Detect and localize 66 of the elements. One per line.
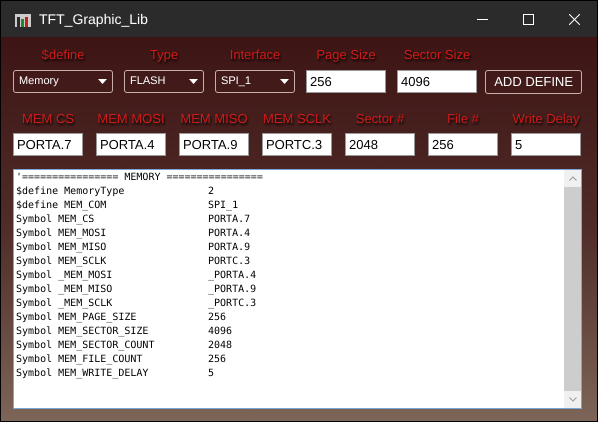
maximize-icon [522, 14, 534, 24]
code-value: PORTA.7 [208, 213, 250, 227]
input-field[interactable]: 5 [511, 133, 581, 156]
code-value: SPI_1 [208, 199, 238, 213]
field-label: File # [447, 110, 479, 128]
code-symbol: Symbol _MEM_MOSI [16, 269, 114, 283]
code-symbol: Symbol _MEM_MISO [16, 283, 114, 297]
field-label: MEM MOSI [97, 110, 165, 128]
scrollbar[interactable] [564, 170, 581, 408]
code-value: _PORTC.3 [208, 297, 256, 311]
scroll-up-icon[interactable] [568, 176, 576, 181]
minimize-icon [476, 18, 488, 20]
field-label: MEM CS [22, 110, 74, 128]
field-label: $define [42, 46, 84, 64]
field-label: Interface [230, 46, 280, 64]
close-icon [568, 14, 580, 24]
code-value: 4096 [208, 325, 232, 339]
field-label: Sector # [356, 110, 404, 128]
input-field[interactable]: PORTA.9 [179, 133, 249, 156]
code-value: 256 [208, 311, 226, 325]
app-icon [15, 12, 31, 26]
code-value: 2048 [208, 339, 232, 353]
caret-icon [189, 78, 198, 84]
field-label: Type [150, 46, 178, 64]
field-label: Sector Size [404, 46, 470, 64]
dropdown[interactable]: Memory [13, 70, 113, 92]
code-value: _PORTA.9 [208, 283, 256, 297]
input-field[interactable]: 2048 [345, 133, 415, 156]
code-value: _PORTA.4 [208, 269, 256, 283]
output-text-area[interactable] [13, 169, 582, 409]
add-define-button[interactable]: ADD DEFINE [485, 70, 582, 94]
dropdown[interactable]: FLASH [124, 70, 204, 92]
field-label: Write Delay [512, 110, 580, 128]
caret-icon [98, 78, 107, 84]
code-value: 5 [208, 367, 214, 381]
code-symbol: Symbol MEM_SCLK [16, 255, 108, 269]
code-symbol: $define MEM_COM [16, 199, 108, 213]
code-symbol: $define MemoryType [16, 185, 126, 199]
input-field[interactable]: PORTA.4 [96, 133, 166, 156]
dropdown[interactable]: SPI_1 [215, 70, 295, 92]
caret-icon [280, 78, 289, 84]
code-value: 256 [208, 353, 226, 367]
code-symbol: Symbol MEM_MOSI [16, 227, 108, 241]
code-symbol: Symbol MEM_SECTOR_COUNT [16, 339, 156, 353]
window-title: TFT_Graphic_Lib [39, 10, 148, 29]
input-field[interactable]: PORTA.7 [13, 133, 83, 156]
code-value: 2 [208, 185, 214, 199]
code-symbol: Symbol MEM_FILE_COUNT [16, 353, 144, 367]
input-field[interactable]: 256 [306, 70, 386, 92]
field-label: Page Size [316, 46, 376, 64]
scroll-down-icon[interactable] [568, 397, 576, 402]
code-symbol: Symbol _MEM_SCLK [16, 297, 114, 311]
code-symbol: Symbol MEM_SECTOR_SIZE [16, 325, 150, 339]
code-symbol: Symbol MEM_CS [16, 213, 96, 227]
code-value: PORTA.4 [208, 227, 250, 241]
code-symbol: Symbol MEM_MISO [16, 241, 108, 255]
code-value: PORTA.9 [208, 241, 250, 255]
code-symbol: Symbol MEM_PAGE_SIZE [16, 311, 138, 325]
code-value: PORTC.3 [208, 255, 250, 269]
input-field[interactable]: 4096 [397, 70, 477, 92]
input-field[interactable]: PORTC.3 [262, 133, 332, 156]
input-field[interactable]: 256 [428, 133, 498, 156]
field-label: MEM SCLK [263, 110, 331, 128]
code-line: '================ MEMORY ================ [16, 171, 264, 185]
field-label: MEM MISO [180, 110, 248, 128]
code-symbol: Symbol MEM_WRITE_DELAY [16, 367, 150, 381]
